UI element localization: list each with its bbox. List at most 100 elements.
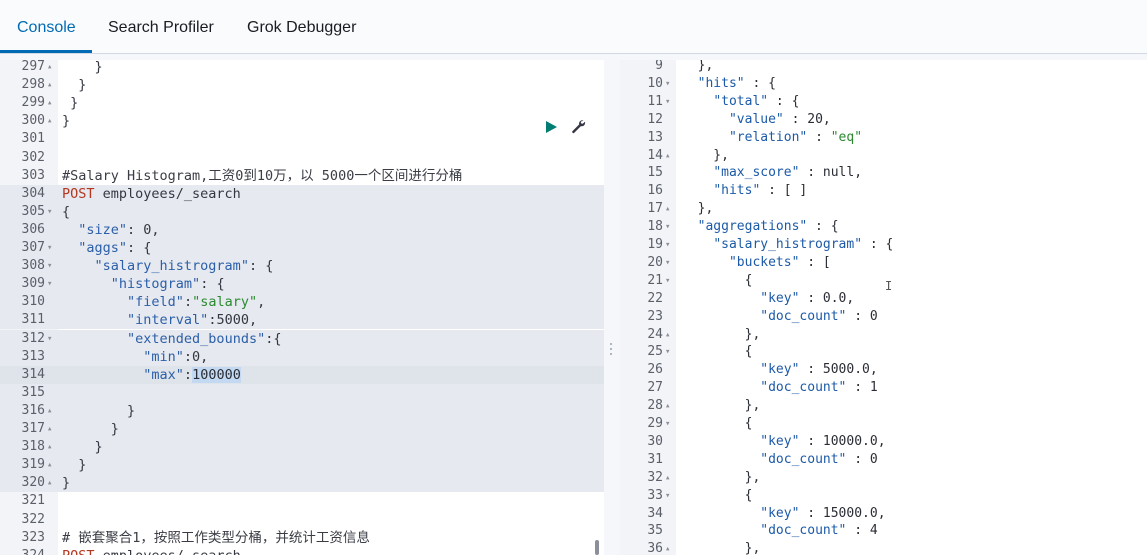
request-line[interactable]: 299 ▴ } xyxy=(0,94,604,112)
request-line[interactable]: 309 ▾ "histogram": { xyxy=(0,275,604,294)
response-line[interactable]: 33 ▾ { xyxy=(620,487,1147,505)
request-line[interactable]: 319 ▴ } xyxy=(0,456,604,475)
request-line[interactable]: 300 ▴} xyxy=(0,112,604,130)
response-line[interactable]: 9 }, xyxy=(620,60,1147,75)
fold-close-icon[interactable]: ▴ xyxy=(665,540,670,555)
response-line[interactable]: 30 "key" : 10000.0, xyxy=(620,433,1147,451)
response-viewer[interactable]: 9 }, 10 ▾ "hits" : {11 ▾ "total" : {12 "val… xyxy=(620,60,1147,555)
request-line[interactable]: 323 # 嵌套聚合1，按照工作类型分桶，并统计工资信息 xyxy=(0,529,604,547)
request-line[interactable]: 322 xyxy=(0,511,604,529)
request-line[interactable]: 316 ▴ } xyxy=(0,401,604,420)
response-line[interactable]: 32 ▴ }, xyxy=(620,469,1147,487)
request-code-text: } xyxy=(62,439,103,456)
response-line[interactable]: 24 ▴ }, xyxy=(620,326,1147,344)
response-line[interactable]: 28 ▴ }, xyxy=(620,397,1147,415)
wrench-icon[interactable] xyxy=(570,118,586,134)
response-line[interactable]: 10 ▾ "hits" : { xyxy=(620,75,1147,93)
fold-open-icon[interactable]: ▾ xyxy=(665,93,670,111)
line-number: 300 xyxy=(21,113,45,129)
active-tab-indicator xyxy=(0,50,92,53)
fold-close-icon[interactable]: ▴ xyxy=(47,402,52,420)
fold-open-icon[interactable]: ▾ xyxy=(665,343,670,361)
fold-open-icon[interactable]: ▾ xyxy=(665,75,670,93)
request-line[interactable]: 312 ▾ "extended_bounds":{ xyxy=(0,329,604,348)
response-line[interactable]: 16 "hits" : [ ] xyxy=(620,182,1147,200)
request-line[interactable]: 315 xyxy=(0,383,604,402)
response-line[interactable]: 17 ▴ }, xyxy=(620,200,1147,218)
response-line[interactable]: 25 ▾ { xyxy=(620,343,1147,361)
response-line[interactable]: 36 ▴ }, xyxy=(620,540,1147,555)
request-line[interactable]: 314 "max":100000 xyxy=(0,365,604,384)
response-line[interactable]: 14 ▴ }, xyxy=(620,147,1147,165)
response-line[interactable]: 22 "key" : 0.0, xyxy=(620,290,1147,308)
fold-open-icon[interactable]: ▾ xyxy=(47,330,52,348)
response-line[interactable]: 31 "doc_count" : 0 xyxy=(620,451,1147,469)
fold-open-icon[interactable]: ▾ xyxy=(47,275,52,293)
fold-open-icon[interactable]: ▾ xyxy=(665,254,670,272)
response-code-text: }, xyxy=(682,469,761,485)
response-line[interactable]: 26 "key" : 5000.0, xyxy=(620,361,1147,379)
fold-open-icon[interactable]: ▾ xyxy=(665,487,670,505)
response-line[interactable]: 13 "relation" : "eq" xyxy=(620,129,1147,147)
request-line[interactable]: 305 ▾ { xyxy=(0,202,604,221)
response-line[interactable]: 23 "doc_count" : 0 xyxy=(620,308,1147,326)
response-line[interactable]: 12 "value" : 20, xyxy=(620,111,1147,129)
fold-open-icon[interactable]: ▾ xyxy=(47,239,52,257)
fold-close-icon[interactable]: ▴ xyxy=(665,326,670,344)
fold-open-icon[interactable]: ▾ xyxy=(665,272,670,290)
drag-handle-icon[interactable] xyxy=(609,342,613,356)
response-line[interactable]: 29 ▾ { xyxy=(620,415,1147,433)
response-line[interactable]: 34 "key" : 15000.0, xyxy=(620,505,1147,523)
request-line[interactable]: 318 ▴ } xyxy=(0,438,604,457)
tab-search-profiler[interactable]: Search Profiler xyxy=(108,0,214,52)
fold-close-icon[interactable]: ▴ xyxy=(47,456,52,474)
tab-grok-debugger[interactable]: Grok Debugger xyxy=(247,0,356,52)
request-line[interactable]: 320 ▴} xyxy=(0,474,604,493)
response-line[interactable]: 11 ▾ "total" : { xyxy=(620,93,1147,111)
fold-close-icon[interactable]: ▴ xyxy=(47,474,52,492)
response-code-text: "total" : { xyxy=(713,93,800,109)
fold-open-icon[interactable]: ▾ xyxy=(665,218,670,236)
fold-open-icon[interactable]: ▾ xyxy=(47,203,52,221)
request-line[interactable]: 311 "interval":5000, xyxy=(0,311,604,330)
play-icon[interactable] xyxy=(546,121,557,133)
fold-close-icon[interactable]: ▴ xyxy=(47,112,52,130)
fold-open-icon[interactable]: ▾ xyxy=(47,257,52,275)
response-line[interactable]: 21 ▾ { xyxy=(620,272,1147,290)
tab-console[interactable]: Console xyxy=(17,0,76,52)
request-line[interactable]: 307 ▾ "aggs": { xyxy=(0,239,604,257)
request-line[interactable]: 298 ▴ } xyxy=(0,76,604,94)
pane-divider[interactable] xyxy=(604,60,620,555)
response-line[interactable]: 20 ▾ "buckets" : [ xyxy=(620,254,1147,272)
response-line[interactable]: 35 "doc_count" : 4 xyxy=(620,522,1147,540)
fold-close-icon[interactable]: ▴ xyxy=(665,147,670,165)
request-editor-scrollbar[interactable] xyxy=(595,540,599,555)
request-line[interactable]: 303 #Salary Histogram,工资0到10万，以 5000一个区间进… xyxy=(0,167,604,185)
fold-close-icon[interactable]: ▴ xyxy=(47,94,52,112)
request-line[interactable]: 302 xyxy=(0,149,604,167)
fold-close-icon[interactable]: ▴ xyxy=(47,438,52,456)
fold-close-icon[interactable]: ▴ xyxy=(47,420,52,438)
fold-close-icon[interactable]: ▴ xyxy=(47,60,52,76)
response-line[interactable]: 19 ▾ "salary_histrogram" : { xyxy=(620,236,1147,254)
request-line[interactable]: 313 "min":0, xyxy=(0,347,604,366)
request-line[interactable]: 308 ▾ "salary_histrogram": { xyxy=(0,257,604,276)
fold-close-icon[interactable]: ▴ xyxy=(665,397,670,415)
request-editor[interactable]: 297 ▴ } 298 ▴ } 299 ▴ } 300 ▴} 301 302 303 #Salary … xyxy=(0,60,604,555)
request-line[interactable]: 317 ▴ } xyxy=(0,420,604,438)
request-line[interactable]: 306 "size": 0, xyxy=(0,220,604,239)
fold-close-icon[interactable]: ▴ xyxy=(665,469,670,487)
request-line[interactable]: 310 "field":"salary", xyxy=(0,293,604,312)
request-line[interactable]: 297 ▴ } xyxy=(0,60,604,76)
request-line[interactable]: 304 POST employees/_search xyxy=(0,184,604,203)
fold-close-icon[interactable]: ▴ xyxy=(47,76,52,94)
fold-close-icon[interactable]: ▴ xyxy=(665,200,670,218)
fold-open-icon[interactable]: ▾ xyxy=(665,415,670,433)
response-line[interactable]: 18 ▾ "aggregations" : { xyxy=(620,218,1147,236)
fold-open-icon[interactable]: ▾ xyxy=(665,236,670,254)
response-line[interactable]: 27 "doc_count" : 1 xyxy=(620,379,1147,397)
request-line[interactable]: 301 xyxy=(0,130,604,148)
response-line[interactable]: 15 "max_score" : null, xyxy=(620,164,1147,182)
request-line[interactable]: 324 POST employees/_search xyxy=(0,547,604,555)
request-line[interactable]: 321 xyxy=(0,492,604,510)
